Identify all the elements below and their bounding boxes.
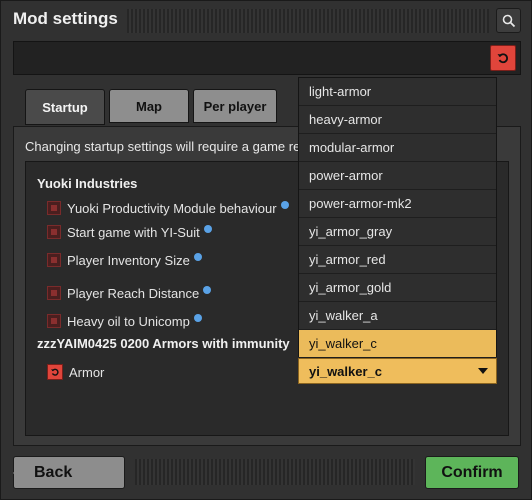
setting-start-with-suit[interactable]: Start game with YI-Suit: [47, 223, 212, 241]
setting-label: Player Inventory Size: [67, 252, 190, 268]
setting-checkbox[interactable]: [47, 314, 61, 328]
restart-notice: Changing startup settings will require a…: [25, 139, 301, 154]
armor-dropdown-list[interactable]: light-armor heavy-armor modular-armor po…: [298, 77, 497, 358]
reset-icon: [51, 368, 59, 376]
setting-label: Player Reach Distance: [67, 285, 200, 301]
info-icon[interactable]: [280, 201, 289, 209]
setting-label: Yuoki Productivity Module behaviour: [67, 200, 277, 216]
reset-button[interactable]: [47, 364, 63, 380]
tab-per-player[interactable]: Per player: [193, 89, 277, 123]
setting-checkbox[interactable]: [47, 286, 61, 300]
dropdown-option[interactable]: modular-armor: [299, 134, 496, 162]
setting-inventory-size[interactable]: Player Inventory Size: [47, 251, 202, 269]
setting-checkbox[interactable]: [47, 225, 61, 239]
setting-label: Heavy oil to Unicomp: [67, 313, 190, 329]
toolbar: [13, 41, 521, 75]
setting-reach-distance[interactable]: Player Reach Distance: [47, 284, 212, 302]
back-button[interactable]: Back: [13, 456, 125, 489]
dropdown-option[interactable]: power-armor-mk2: [299, 190, 496, 218]
dropdown-option[interactable]: yi_armor_gray: [299, 218, 496, 246]
dropdown-option[interactable]: light-armor: [299, 78, 496, 106]
footer: Back Confirm: [13, 453, 521, 491]
reset-all-button[interactable]: [490, 45, 516, 71]
tab-map[interactable]: Map: [109, 89, 189, 123]
mod-settings-window: Mod settings Startup Map Per player Chan…: [0, 0, 532, 500]
drag-handle[interactable]: [127, 9, 489, 33]
dropdown-option[interactable]: yi_armor_gold: [299, 274, 496, 302]
setting-label: Armor: [69, 364, 105, 380]
dropdown-option-selected[interactable]: yi_walker_c: [299, 330, 496, 358]
tab-startup[interactable]: Startup: [25, 89, 105, 125]
info-icon[interactable]: [193, 314, 202, 322]
reset-icon: [497, 53, 508, 64]
titlebar[interactable]: Mod settings: [1, 1, 532, 39]
dropdown-option[interactable]: power-armor: [299, 162, 496, 190]
setting-checkbox[interactable]: [47, 201, 61, 215]
setting-productivity-module[interactable]: Yuoki Productivity Module behaviour: [47, 199, 289, 217]
confirm-button[interactable]: Confirm: [425, 456, 519, 489]
info-icon[interactable]: [193, 253, 202, 261]
setting-armor[interactable]: Armor: [47, 363, 104, 381]
search-button[interactable]: [496, 8, 521, 33]
info-icon[interactable]: [203, 286, 212, 294]
group-title: Yuoki Industries: [37, 176, 138, 191]
search-icon: [502, 14, 515, 27]
select-value: yi_walker_c: [309, 363, 383, 379]
setting-heavy-oil[interactable]: Heavy oil to Unicomp: [47, 312, 202, 330]
dropdown-option[interactable]: yi_armor_red: [299, 246, 496, 274]
setting-label: Start game with YI-Suit: [67, 224, 200, 240]
info-icon[interactable]: [203, 225, 212, 233]
armor-select[interactable]: yi_walker_c: [298, 358, 497, 384]
dropdown-option[interactable]: yi_walker_a: [299, 302, 496, 330]
chevron-down-icon: [478, 368, 488, 374]
footer-drag-handle[interactable]: [135, 459, 415, 485]
dropdown-option[interactable]: heavy-armor: [299, 106, 496, 134]
setting-checkbox[interactable]: [47, 253, 61, 267]
window-title: Mod settings: [13, 9, 118, 28]
group-title: zzzYAIM0425 0200 Armors with immunity: [37, 336, 290, 351]
